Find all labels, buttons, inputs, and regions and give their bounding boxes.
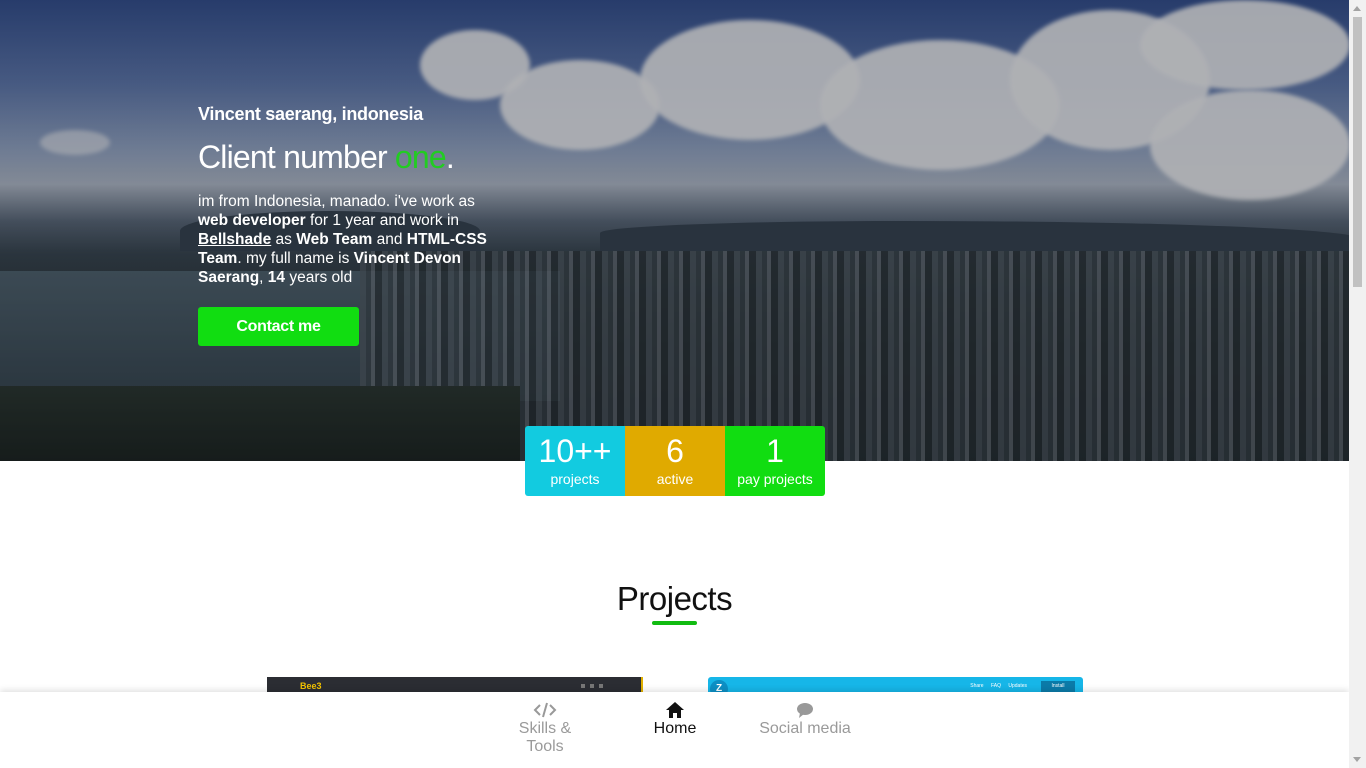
contact-me-button[interactable]: Contact me (198, 307, 359, 346)
scroll-down-arrow-icon[interactable] (1353, 757, 1361, 762)
bio-text: for 1 year and work in (305, 212, 460, 229)
nav-home[interactable]: Home (650, 700, 700, 738)
bottom-nav: Skills & Tools Home Social media (0, 692, 1349, 768)
nav-social-media[interactable]: Social media (758, 700, 852, 738)
nav-skills-tools[interactable]: Skills & Tools (499, 700, 591, 756)
stat-active: 6 active (625, 426, 725, 496)
hero-location: Vincent saerang, indonesia (198, 104, 423, 124)
nav-label: Home (653, 720, 697, 737)
stat-label: pay projects (737, 471, 813, 487)
vertical-scrollbar[interactable] (1349, 0, 1366, 768)
hero-headline: Client number one. (198, 139, 498, 176)
bee3-logo: Bee3 (300, 681, 322, 691)
stat-value: 1 (766, 433, 784, 469)
headline-main: Client number (198, 139, 395, 175)
stat-projects: 10++ projects (525, 426, 625, 496)
headline-accent: one (394, 139, 447, 175)
nav-label: Social media (759, 720, 851, 737)
bio-text: and (372, 231, 407, 248)
chat-bubble-icon (758, 700, 852, 720)
bio-text: , (259, 269, 268, 286)
stat-label: projects (550, 471, 600, 487)
bio-bold: Web Team (296, 231, 373, 248)
scroll-thumb[interactable] (1353, 17, 1362, 287)
stats-bar: 10++ projects 6 active 1 pay projects (525, 426, 825, 496)
headline-end: . (445, 139, 455, 175)
bio-text: as (271, 231, 297, 248)
stat-value: 6 (666, 433, 684, 469)
bio-text: im from Indonesia, manado. i've work as (198, 193, 475, 210)
stat-value: 10++ (538, 433, 612, 469)
bio-bold: 14 (267, 269, 286, 286)
bellshade-link[interactable]: Bellshade (198, 231, 271, 248)
card-nav-links: Share FAQ Updates (970, 683, 1027, 689)
hero-content: Vincent saerang, indonesia Client number… (198, 104, 498, 346)
scroll-up-arrow-icon[interactable] (1353, 6, 1361, 11)
hero-bio: im from Indonesia, manado. i've work as … (198, 192, 498, 287)
card-install-button: Install (1041, 681, 1075, 692)
bio-bold: web developer (198, 212, 306, 229)
projects-title: Projects (616, 580, 733, 617)
nav-dots-icon (581, 684, 603, 688)
hero-section: Vincent saerang, indonesia Client number… (0, 0, 1349, 461)
nav-label: Skills & Tools (518, 720, 572, 755)
code-icon (499, 700, 591, 720)
stat-label: active (656, 471, 694, 487)
title-underline (652, 621, 697, 625)
stat-pay-projects: 1 pay projects (725, 426, 825, 496)
bio-text: years old (285, 269, 353, 286)
home-icon (650, 700, 700, 720)
bio-text: . my full name is (237, 250, 354, 267)
